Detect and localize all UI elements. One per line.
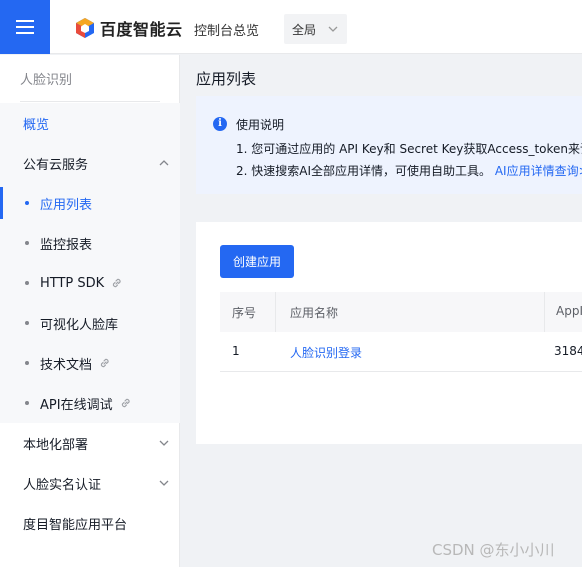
external-link-icon (113, 278, 121, 288)
info-icon: i (213, 117, 227, 131)
logo-text: 百度智能云 (100, 20, 183, 39)
console-overview-link[interactable]: 控制台总览 (194, 20, 259, 39)
sidebar-item-docs[interactable]: 技术文档 (0, 343, 180, 383)
create-app-button[interactable]: 创建应用 (220, 245, 294, 278)
sidebar-item-http-sdk[interactable]: HTTP SDK (0, 263, 180, 303)
bullet (25, 361, 29, 365)
sidebar-item-label: 度目智能应用平台 (23, 517, 128, 533)
chevron-down-icon (159, 480, 169, 486)
hamburger-icon (16, 20, 34, 34)
notice-title: 使用说明 (236, 118, 285, 132)
column-divider (544, 292, 545, 332)
sidebar-item-api-debug[interactable]: API在线调试 (0, 383, 180, 423)
sidebar-item-label: HTTP SDK (40, 275, 105, 291)
top-bar: 百度智能云 控制台总览 全局 (0, 0, 582, 54)
external-link-icon (121, 398, 130, 408)
active-indicator (0, 187, 3, 219)
sidebar-item-label: API在线调试 (40, 397, 113, 413)
column-header-index: 序号 (232, 306, 257, 320)
sidebar-item-face-library[interactable]: 可视化人脸库 (0, 303, 180, 343)
app-detail-query-link[interactable]: AI应用详情查询> (495, 164, 582, 178)
sidebar: 人脸识别 概览 公有云服务 应用列表 监控报表 HTTP SDK 可视化人脸库 (0, 55, 180, 567)
bullet (25, 321, 29, 325)
chevron-up-icon (159, 160, 169, 166)
sidebar-group-realname[interactable]: 人脸实名认证 (0, 463, 180, 503)
chevron-down-icon (328, 26, 338, 32)
cell-appid: 3184 (554, 344, 582, 358)
sidebar-item-label: 应用列表 (40, 197, 93, 213)
chevron-down-icon (159, 440, 169, 446)
cell-index: 1 (232, 344, 240, 358)
sidebar-item-duomu[interactable]: 度目智能应用平台 (0, 503, 180, 543)
sidebar-item-label: 可视化人脸库 (40, 317, 119, 333)
bullet (25, 241, 29, 245)
sidebar-item-label: 公有云服务 (23, 157, 89, 173)
sidebar-title: 人脸识别 (20, 73, 73, 88)
bullet (25, 401, 29, 405)
column-header-appid: AppII (556, 304, 582, 318)
page-title: 应用列表 (196, 70, 257, 88)
notice-line-1: 1. 您可通过应用的 API Key和 Secret Key获取Access_t… (236, 142, 582, 156)
region-select[interactable]: 全局 (284, 14, 347, 44)
table-header: 序号 应用名称 AppII (220, 292, 582, 332)
notice-line-2-text: 2. 快速搜索AI全部应用详情，可使用自助工具。 (236, 164, 492, 178)
sidebar-group-public-cloud[interactable]: 公有云服务 (0, 143, 180, 183)
notice-line-2: 2. 快速搜索AI全部应用详情，可使用自助工具。 AI应用详情查询> (236, 162, 582, 179)
baidu-cloud-logo-icon (76, 18, 94, 38)
sidebar-item-overview[interactable]: 概览 (0, 103, 180, 143)
watermark: CSDN @东小小川 (432, 541, 555, 559)
sidebar-item-app-list[interactable]: 应用列表 (0, 183, 180, 223)
sidebar-item-label: 技术文档 (40, 357, 93, 373)
sidebar-item-monitor[interactable]: 监控报表 (0, 223, 180, 263)
sidebar-item-label: 监控报表 (40, 237, 93, 253)
sidebar-item-label: 人脸实名认证 (23, 477, 102, 493)
sidebar-item-label: 概览 (23, 117, 50, 133)
sidebar-divider (20, 101, 160, 102)
bullet (25, 201, 29, 205)
usage-notice: i 使用说明 1. 您可通过应用的 API Key和 Secret Key获取A… (196, 96, 582, 194)
column-divider (275, 292, 276, 332)
column-header-name: 应用名称 (290, 306, 339, 320)
sidebar-group-local-deploy[interactable]: 本地化部署 (0, 423, 180, 463)
bullet (25, 281, 29, 285)
app-name-link[interactable]: 人脸识别登录 (290, 344, 362, 361)
region-value: 全局 (292, 22, 317, 37)
external-link-icon (100, 358, 109, 368)
logo[interactable]: 百度智能云 (74, 17, 183, 39)
table-row: 1 人脸识别登录 3184 (220, 332, 582, 372)
sidebar-item-label: 本地化部署 (23, 437, 89, 453)
menu-button[interactable] (0, 0, 50, 54)
